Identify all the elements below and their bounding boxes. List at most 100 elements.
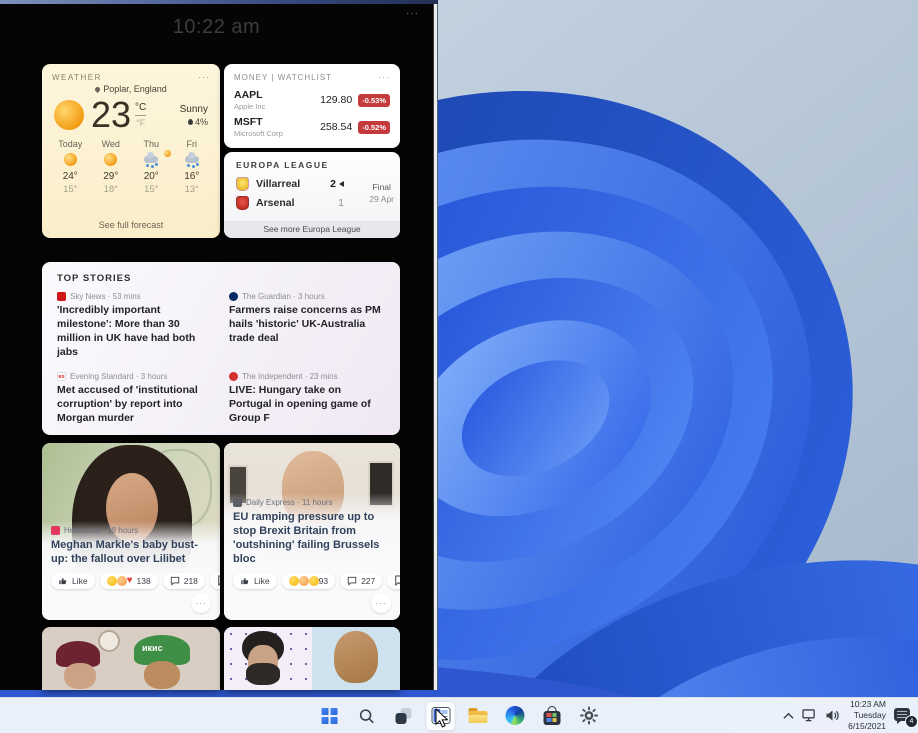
forecast-low: 15° [131, 184, 172, 195]
network-icon[interactable] [802, 709, 817, 722]
settings-button[interactable] [574, 701, 604, 731]
store-button[interactable] [537, 701, 567, 731]
panel-clock: 10:22 am [0, 16, 433, 39]
card-more-icon[interactable]: ··· [371, 593, 391, 613]
news-meta: Daily Express · 11 hours [246, 498, 333, 507]
stock-row[interactable]: AAPL Apple Inc 129.80 -0.53% [224, 87, 400, 114]
evening-standard-logo-icon: ES [57, 372, 66, 381]
see-more-europa-league-link[interactable]: See more Europa League [224, 221, 400, 238]
tray-clock[interactable]: 10:23 AM Tuesday 6/15/2021 [848, 699, 886, 732]
widgets-panel: 10:22 am ··· WEATHER ··· Poplar, England… [0, 0, 433, 690]
rain-icon [172, 152, 213, 167]
heart-emoji-icon: ♥ [127, 576, 133, 586]
weather-title: WEATHER [52, 73, 102, 82]
location-pin-icon [94, 86, 101, 93]
story-meta: Evening Standard · 3 hours [70, 372, 167, 381]
panel-more-icon[interactable]: ··· [406, 8, 419, 19]
like-button[interactable]: Like [233, 573, 277, 589]
europa-league-widget[interactable]: EUROPA LEAGUE Villarreal 2 Arsenal 1 Fin… [224, 152, 400, 238]
story-meta: The Independent · 23 mins [242, 372, 338, 381]
news-headline[interactable]: Meghan Markle's baby bust-up: the fallou… [51, 538, 211, 566]
story-item[interactable]: ES Evening Standard · 3 hours Met accused… [57, 372, 213, 426]
comment-icon [170, 576, 180, 586]
story-headline[interactable]: Met accused of 'institutional corruption… [57, 384, 213, 426]
file-explorer-icon [468, 708, 487, 723]
forecast-day-label: Today [50, 139, 91, 149]
weather-widget[interactable]: WEATHER ··· Poplar, England 23 °C °F Sun… [42, 64, 220, 238]
sunny-icon [91, 152, 132, 167]
money-watchlist-widget[interactable]: MONEY | WATCHLIST ··· AAPL Apple Inc 129… [224, 64, 400, 148]
taskbar: 10:23 AM Tuesday 6/15/2021 4 [0, 697, 918, 733]
reactions-count[interactable]: 93 [282, 573, 335, 589]
thumbs-up-icon [240, 576, 250, 586]
comments-button[interactable]: 227 [340, 573, 382, 589]
sunny-icon [50, 152, 91, 167]
news-card-football-partial[interactable] [224, 627, 400, 690]
news-headline[interactable]: EU ramping pressure up to stop Brexit Br… [233, 510, 391, 566]
forecast-high: 20° [131, 171, 172, 182]
news-card-meghan[interactable]: Heatworld · 18 hours Meghan Markle's bab… [42, 443, 220, 620]
money-title: MONEY | WATCHLIST [234, 73, 332, 82]
see-full-forecast-link[interactable]: See full forecast [42, 220, 220, 230]
weather-location-label: Poplar, England [103, 84, 167, 94]
comment-count: 218 [184, 576, 198, 586]
news-card-eu[interactable]: Daily Express · 11 hours EU ramping pres… [224, 443, 400, 620]
notification-count-badge: 4 [905, 715, 918, 728]
celsius-toggle[interactable]: °C [135, 102, 146, 116]
story-headline[interactable]: LIVE: Hungary take on Portugal in openin… [229, 384, 385, 426]
stock-row[interactable]: MSFT Microsoft Corp 258.54 -0.52% [224, 114, 400, 141]
story-item[interactable]: Sky News · 53 mins 'Incredibly important… [57, 292, 213, 359]
news-card-kids-partial[interactable] [42, 627, 220, 690]
home-score: 2 [330, 178, 344, 190]
sky-news-logo-icon [57, 292, 66, 301]
comment-count: 227 [361, 576, 375, 586]
precipitation-value: 4% [195, 117, 208, 127]
forecast-day: Today 24° 15° [50, 139, 91, 195]
story-item[interactable]: The Guardian · 3 hours Farmers raise con… [229, 292, 385, 359]
weather-more-icon[interactable]: ··· [198, 72, 210, 82]
tray-chevron-up-icon[interactable] [783, 712, 794, 720]
money-more-icon[interactable]: ··· [378, 72, 390, 82]
laugh-emoji-icon [107, 576, 117, 586]
story-item[interactable]: The Independent · 23 mins LIVE: Hungary … [229, 372, 385, 426]
comment-icon [347, 576, 357, 586]
fahrenheit-toggle[interactable]: °F [135, 118, 146, 128]
bookmark-icon [217, 575, 220, 586]
weather-location: Poplar, England [42, 84, 220, 94]
top-stories-title: TOP STORIES [42, 262, 400, 292]
task-view-button[interactable] [389, 701, 419, 731]
volume-icon[interactable] [825, 709, 840, 722]
reactions-count[interactable]: ♥ 138 [100, 573, 158, 589]
heatworld-logo-icon [51, 526, 60, 535]
forecast-high: 24° [50, 171, 91, 182]
tray-date: 6/15/2021 [848, 721, 886, 732]
reaction-count: 138 [137, 576, 151, 586]
stock-change-badge: -0.52% [358, 121, 390, 134]
panel-scrollbar[interactable] [433, 4, 438, 690]
villarreal-crest-icon [236, 177, 249, 191]
match-date: 29 Apr [369, 194, 394, 204]
bookmark-button[interactable] [387, 572, 400, 589]
start-button[interactable] [315, 701, 345, 731]
match-away-row: Arsenal 1 [236, 193, 344, 212]
search-button[interactable] [352, 701, 382, 731]
story-headline[interactable]: Farmers raise concerns as PM hails 'hist… [229, 304, 385, 346]
comments-button[interactable]: 218 [163, 573, 205, 589]
pundit-photo [312, 627, 400, 690]
bookmark-icon [394, 575, 400, 586]
edge-button[interactable] [500, 701, 530, 731]
microsoft-store-icon [543, 711, 560, 725]
file-explorer-button[interactable] [463, 701, 493, 731]
story-headline[interactable]: 'Incredibly important milestone': More t… [57, 304, 213, 359]
weather-condition: Sunny [180, 104, 208, 115]
stock-change-badge: -0.53% [358, 94, 390, 107]
bookmark-button[interactable] [210, 572, 220, 589]
like-button[interactable]: Like [51, 573, 95, 589]
current-temperature: 23 [91, 97, 131, 133]
notification-center-button[interactable]: 4 [894, 708, 912, 724]
windows-start-icon [322, 708, 338, 724]
top-stories-widget: TOP STORIES Sky News · 53 mins 'Incredib… [42, 262, 400, 435]
card-more-icon[interactable]: ··· [191, 593, 211, 613]
forecast-day: Fri 16° 13° [172, 139, 213, 195]
mouse-cursor [435, 708, 450, 729]
